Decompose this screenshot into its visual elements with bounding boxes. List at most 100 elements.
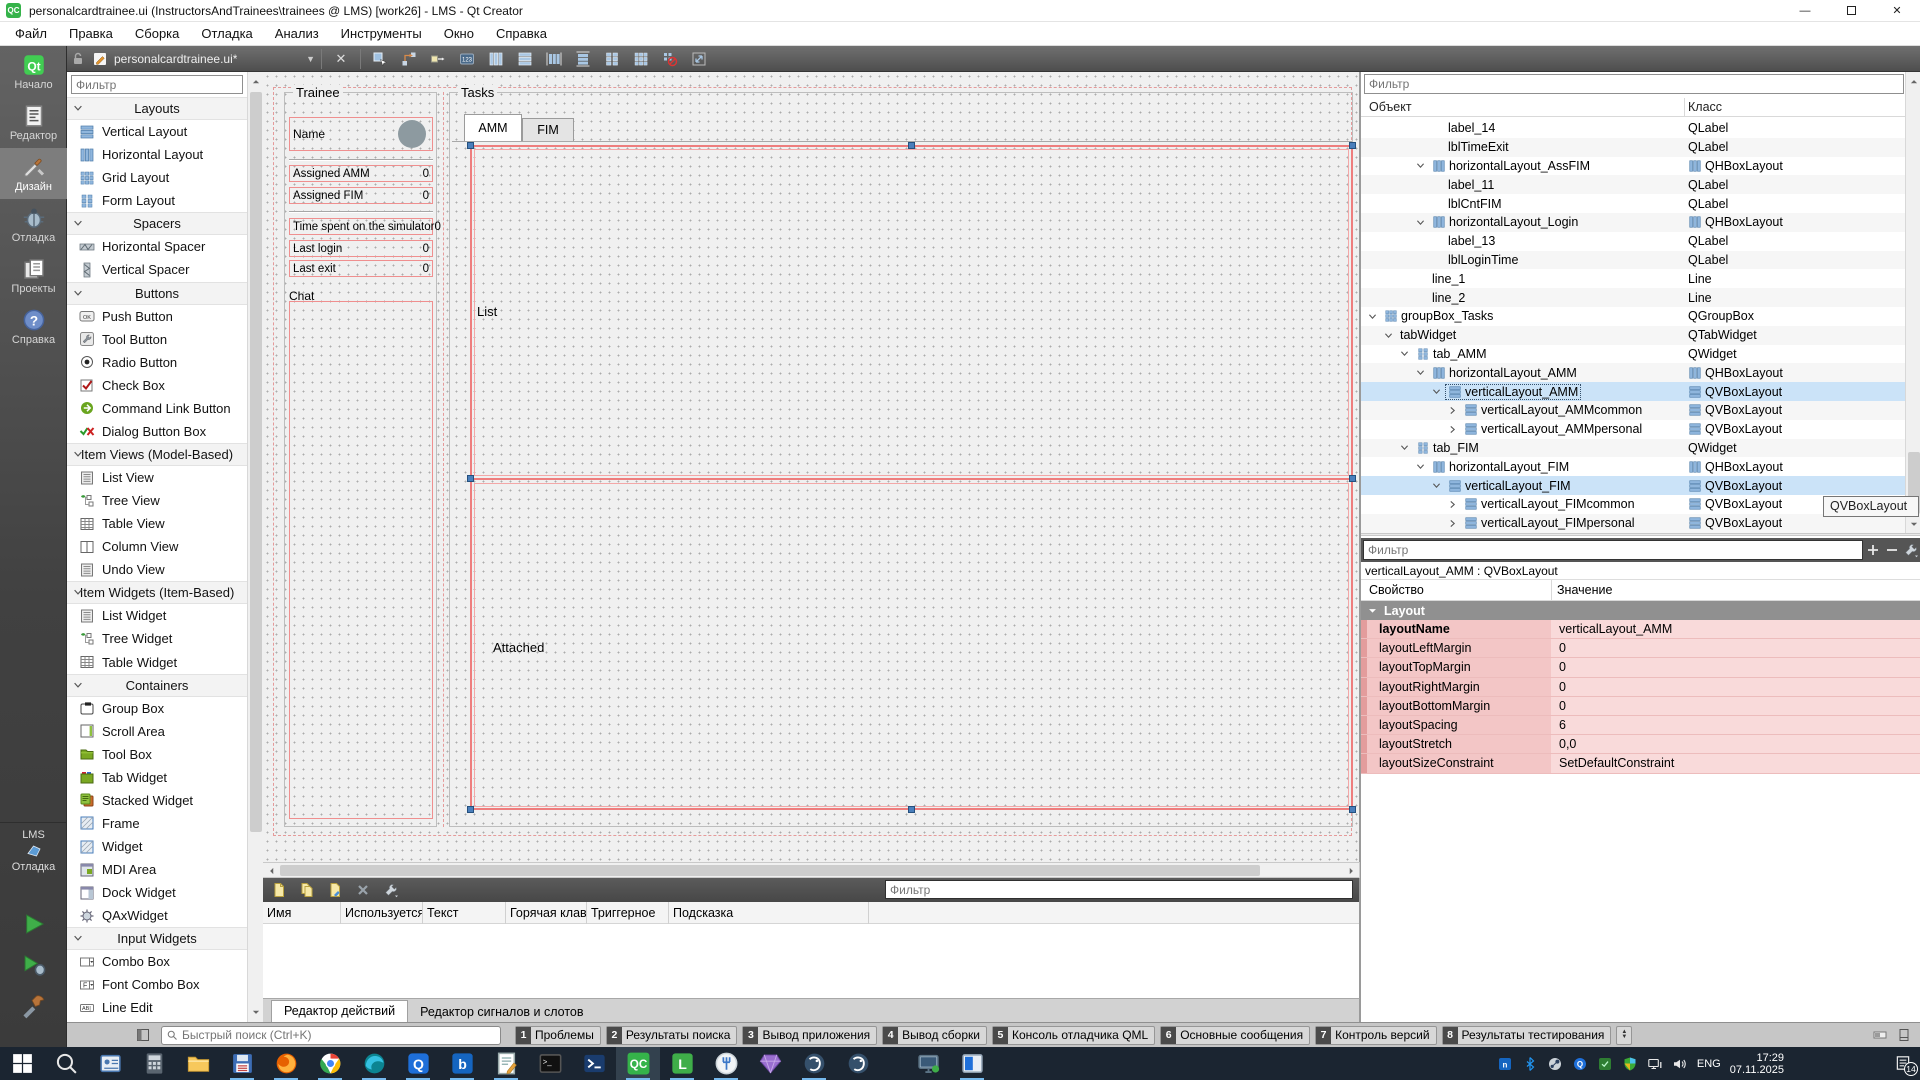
notification-center-icon[interactable]: 14 [1894, 1054, 1914, 1074]
output-pane-8[interactable]: 8Результаты тестирования [1442, 1026, 1612, 1045]
menu-tools[interactable]: Инструменты [330, 22, 433, 46]
maximize-icon[interactable] [1828, 0, 1874, 22]
fork-app[interactable] [704, 1047, 748, 1080]
gem-app[interactable] [748, 1047, 792, 1080]
selection-handle[interactable] [1349, 142, 1356, 149]
widget-item-tree-view[interactable]: Tree View [67, 489, 247, 512]
tab-fim[interactable]: FIM [522, 118, 574, 141]
tree-row-label_14[interactable]: label_14QLabel [1361, 119, 1905, 138]
field-assigned-fim[interactable]: Assigned FIM0 [289, 187, 433, 204]
layout-section-common[interactable] [474, 149, 1349, 476]
field-last-exit[interactable]: Last exit0 [289, 260, 433, 277]
qt-creator[interactable]: QC [616, 1047, 660, 1080]
output-pane-toggle-icon[interactable] [1896, 1027, 1912, 1043]
widget-item-table-widget[interactable]: Table Widget [67, 651, 247, 674]
widget-box-scrollbar[interactable] [247, 72, 263, 1022]
prop-row-layoutSpacing[interactable]: layoutSpacing6 [1361, 716, 1920, 735]
tree-row-label_13[interactable]: label_13QLabel [1361, 232, 1905, 251]
mail-app[interactable]: b [440, 1047, 484, 1080]
widget-item-group-box[interactable]: Group Box [67, 697, 247, 720]
menu-help[interactable]: Справка [485, 22, 558, 46]
output-pane-3[interactable]: 3Вывод приложения [742, 1026, 877, 1045]
collapse-icon[interactable] [1429, 386, 1443, 397]
mode-editor[interactable]: Редактор [0, 97, 67, 148]
name-row-widget[interactable]: Name [289, 117, 433, 151]
widget-item-qaxwidget[interactable]: QAxWidget [67, 904, 247, 927]
collapse-icon[interactable] [1429, 480, 1443, 491]
kit-selector-button[interactable]: LMS Отладка [0, 822, 67, 873]
search-button[interactable] [44, 1047, 88, 1080]
minimize-icon[interactable]: — [1782, 0, 1828, 22]
edit-tab-order-button[interactable]: 123 [454, 48, 480, 70]
edit-action-button[interactable] [323, 880, 347, 900]
close-document-button[interactable]: ✕ [328, 48, 354, 70]
tree-row-lblCntFIM[interactable]: lblCntFIMQLabel [1361, 194, 1905, 213]
chrome-browser[interactable] [308, 1047, 352, 1080]
object-inspector-filter-input[interactable] [1364, 74, 1904, 94]
widget-category-item-views-model-based[interactable]: Item Views (Model-Based) [67, 443, 247, 466]
panel-splitter[interactable] [1361, 533, 1920, 536]
tree-row-tabWidget[interactable]: tabWidgetQTabWidget [1361, 326, 1905, 345]
collapse-icon[interactable] [1413, 160, 1427, 171]
field-last-login[interactable]: Last login0 [289, 240, 433, 257]
edit-buddies-button[interactable] [425, 48, 451, 70]
scroll-up-icon[interactable] [1907, 74, 1920, 89]
document-selector[interactable]: personalcardtrainee.ui* ▼ [70, 51, 315, 67]
layout-horizontal-button[interactable] [483, 48, 509, 70]
widget-item-grid-layout[interactable]: Grid Layout [67, 166, 247, 189]
delete-action-button[interactable] [351, 880, 375, 900]
new-action-button[interactable] [267, 880, 291, 900]
widget-item-frame[interactable]: Frame [67, 812, 247, 835]
postgres-app[interactable] [792, 1047, 836, 1080]
form-horizontal-scrollbar[interactable] [263, 862, 1360, 878]
collapse-icon[interactable] [1397, 348, 1411, 359]
mode-projects[interactable]: Проекты [0, 250, 67, 301]
mode-welcome[interactable]: QtНачало [0, 46, 67, 97]
output-pane-7[interactable]: 7Контроль версий [1315, 1026, 1436, 1045]
expand-icon[interactable] [1445, 405, 1459, 416]
calculator-app[interactable] [132, 1047, 176, 1080]
break-layout-button[interactable] [657, 48, 683, 70]
expand-icon[interactable] [1445, 424, 1459, 435]
property-filter-input[interactable] [1363, 540, 1863, 560]
widget-item-tree-widget[interactable]: Tree Widget [67, 627, 247, 650]
tree-row-horizontalLayout_Login[interactable]: horizontalLayout_LoginQHBoxLayout [1361, 213, 1905, 232]
widget-category-layouts[interactable]: Layouts [67, 97, 247, 120]
language-indicator[interactable]: ENG [1697, 1058, 1721, 1070]
column-value[interactable]: Значение [1557, 583, 1612, 597]
widget-box-filter-input[interactable] [71, 75, 243, 94]
collapse-icon[interactable] [1413, 217, 1427, 228]
attached-label[interactable]: Attached [493, 640, 544, 655]
widget-item-mdi-area[interactable]: MDI Area [67, 858, 247, 881]
remote-desktop-app[interactable] [906, 1047, 950, 1080]
collapse-icon[interactable] [1397, 442, 1411, 453]
widget-item-tool-button[interactable]: Tool Button [67, 328, 247, 351]
scroll-up-icon[interactable] [249, 74, 263, 89]
tree-row-line_2[interactable]: line_2Line [1361, 288, 1905, 307]
debug-run-button[interactable] [17, 949, 51, 981]
configure-action-button[interactable] [379, 880, 403, 900]
edit-widgets-button[interactable] [367, 48, 393, 70]
edit-signals-slots-button[interactable] [396, 48, 422, 70]
scroll-left-icon[interactable] [264, 864, 279, 877]
action-column-6[interactable]: Подсказка [669, 902, 869, 924]
mode-debug[interactable]: Отладка [0, 199, 67, 250]
widget-item-undo-view[interactable]: Undo View [67, 558, 247, 581]
tree-row-horizontalLayout_FIM[interactable]: horizontalLayout_FIMQHBoxLayout [1361, 457, 1905, 476]
widget-item-stacked-widget[interactable]: Stacked Widget [67, 789, 247, 812]
locator-search-input[interactable] [182, 1028, 496, 1042]
menu-analyze[interactable]: Анализ [264, 22, 330, 46]
widget-item-combo-box[interactable]: Combo Box [67, 950, 247, 973]
tree-row-horizontalLayout_AssFIM[interactable]: horizontalLayout_AssFIMQHBoxLayout [1361, 157, 1905, 176]
expand-icon[interactable] [1445, 499, 1459, 510]
build-button[interactable] [17, 990, 51, 1022]
tray-defender[interactable] [1622, 1056, 1638, 1072]
selection-handle[interactable] [467, 475, 474, 482]
tray-n-app[interactable]: n [1497, 1056, 1513, 1072]
tab-amm[interactable]: AMM [464, 114, 522, 141]
configure-properties-icon[interactable] [1902, 540, 1919, 560]
widget-item-vertical-spacer[interactable]: Vertical Spacer [67, 258, 247, 281]
output-pane-2[interactable]: 2Результаты поиска [606, 1026, 738, 1045]
copy-action-button[interactable] [295, 880, 319, 900]
scroll-right-icon[interactable] [1343, 864, 1358, 877]
